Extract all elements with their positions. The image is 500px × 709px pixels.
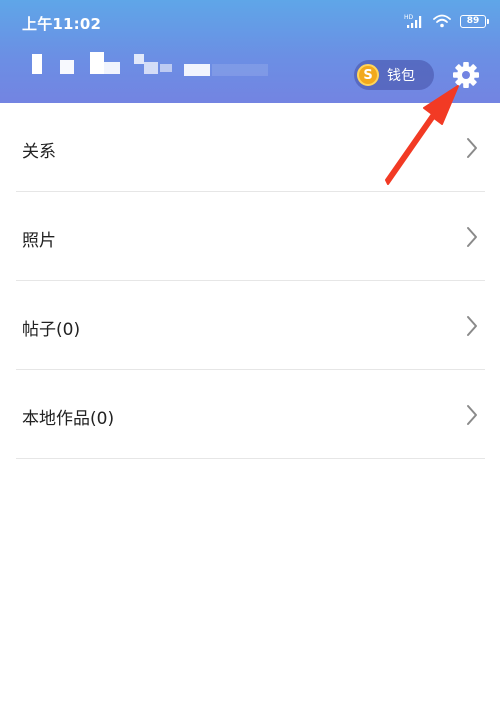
chevron-right-icon <box>467 138 477 158</box>
battery-icon: 89 <box>460 14 489 28</box>
coin-icon: S <box>357 64 379 86</box>
menu-item-photos[interactable]: 照片 <box>0 192 500 281</box>
menu-item-label: 照片 <box>22 231 56 251</box>
chevron-right-icon <box>467 316 477 336</box>
status-time: 上午11:02 <box>22 15 102 33</box>
wifi-icon <box>433 14 451 28</box>
menu-item-posts[interactable]: 帖子(0) <box>0 281 500 370</box>
red-arrow-annotation <box>385 85 459 185</box>
svg-text:HD: HD <box>404 14 414 21</box>
username-pixelated <box>26 50 271 78</box>
chevron-right-icon <box>467 405 477 425</box>
wallet-label: 钱包 <box>387 68 415 84</box>
status-icons: HD 89 <box>404 11 489 31</box>
menu-item-label: 本地作品(0) <box>22 409 115 429</box>
chevron-right-icon <box>467 227 477 247</box>
signal-icon: HD <box>404 14 422 28</box>
status-bar: 上午11:02 HD 89 <box>0 0 500 44</box>
divider <box>16 458 485 459</box>
menu-item-label: 帖子(0) <box>22 320 81 340</box>
menu-item-local-works[interactable]: 本地作品(0) <box>0 370 500 459</box>
menu-item-label: 关系 <box>22 142 56 162</box>
battery-level: 89 <box>466 16 480 26</box>
